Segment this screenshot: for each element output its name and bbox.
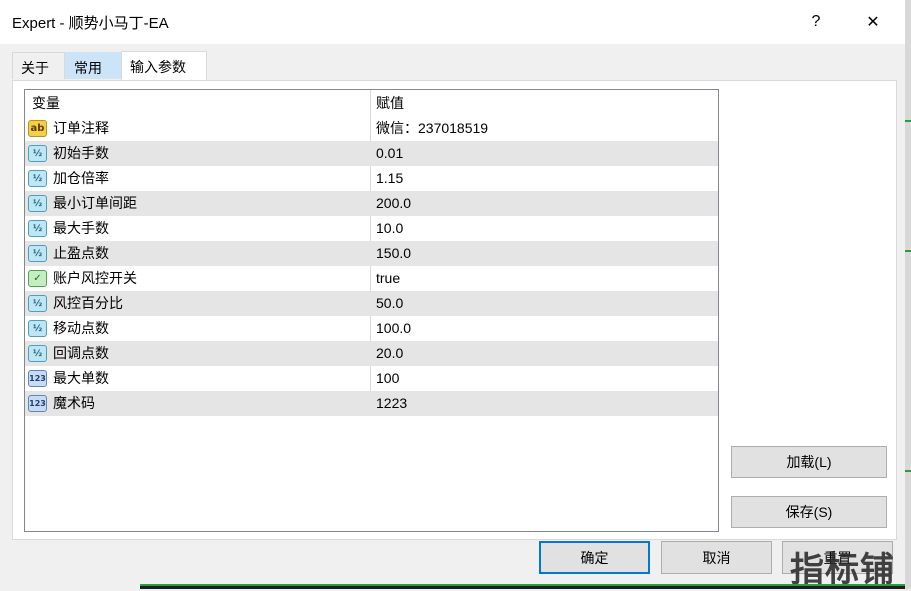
table-row[interactable]: ½ 最大手数 10.0 — [25, 216, 718, 241]
background-chart-strip — [905, 0, 911, 589]
bool-type-icon: ✓ — [28, 270, 47, 287]
param-name: 移动点数 — [53, 320, 109, 336]
double-type-icon: ½ — [28, 320, 47, 337]
close-button[interactable]: ✕ — [850, 6, 896, 38]
table-row[interactable]: ½ 回调点数 20.0 — [25, 341, 718, 366]
parameter-grid: 变量 赋值 ab 订单注释 微信：237018519 ½ 初始手数 0.01 ½… — [24, 89, 719, 532]
cancel-button[interactable]: 取消 — [661, 541, 772, 574]
table-row[interactable]: ✓ 账户风控开关 true — [25, 266, 718, 291]
param-value[interactable]: 50.0 — [376, 291, 403, 316]
chart-mark — [905, 120, 911, 122]
param-name: 最小订单间距 — [53, 195, 137, 211]
param-name: 订单注释 — [53, 120, 109, 136]
param-value[interactable]: 1.15 — [376, 166, 403, 191]
save-button[interactable]: 保存(S) — [731, 496, 887, 528]
table-row[interactable]: ½ 加仓倍率 1.15 — [25, 166, 718, 191]
load-button[interactable]: 加载(L) — [731, 446, 887, 478]
param-value[interactable]: 10.0 — [376, 216, 403, 241]
chart-mark — [905, 250, 911, 252]
header-value[interactable]: 赋值 — [376, 90, 404, 115]
param-name: 加仓倍率 — [53, 170, 109, 186]
param-name: 回调点数 — [53, 345, 109, 361]
table-row[interactable]: ½ 风控百分比 50.0 — [25, 291, 718, 316]
double-type-icon: ½ — [28, 220, 47, 237]
param-name: 初始手数 — [53, 145, 109, 161]
double-type-icon: ½ — [28, 345, 47, 362]
param-value[interactable]: 200.0 — [376, 191, 411, 216]
ok-button[interactable]: 确定 — [539, 541, 650, 574]
window-title: Expert - 顺势小马丁-EA — [12, 15, 169, 32]
param-name: 魔术码 — [53, 395, 95, 411]
table-row[interactable]: ½ 初始手数 0.01 — [25, 141, 718, 166]
param-value[interactable]: 1223 — [376, 391, 407, 416]
grid-header: 变量 赋值 — [25, 90, 718, 115]
table-row[interactable]: ½ 最小订单间距 200.0 — [25, 191, 718, 216]
param-value[interactable]: 20.0 — [376, 341, 403, 366]
double-type-icon: ½ — [28, 195, 47, 212]
table-row[interactable]: ½ 移动点数 100.0 — [25, 316, 718, 341]
header-variable[interactable]: 变量 — [32, 90, 60, 115]
param-value[interactable]: 150.0 — [376, 241, 411, 266]
tab-about[interactable]: 关于 — [12, 52, 65, 79]
tab-common[interactable]: 常用 — [65, 52, 121, 79]
param-value[interactable]: true — [376, 266, 400, 291]
double-type-icon: ½ — [28, 170, 47, 187]
double-type-icon: ½ — [28, 145, 47, 162]
tab-inputs[interactable]: 输入参数 — [121, 51, 207, 80]
chart-mark — [905, 470, 911, 472]
table-row[interactable]: ab 订单注释 微信：237018519 — [25, 116, 718, 141]
title-bar: Expert - 顺势小马丁-EA ? ✕ — [0, 0, 905, 44]
double-type-icon: ½ — [28, 295, 47, 312]
help-button[interactable]: ? — [793, 6, 839, 38]
param-name: 账户风控开关 — [53, 270, 137, 286]
integer-type-icon: 123 — [28, 395, 47, 412]
param-name: 止盈点数 — [53, 245, 109, 261]
param-name: 最大单数 — [53, 370, 109, 386]
table-row[interactable]: 123 魔术码 1223 — [25, 391, 718, 416]
param-name: 最大手数 — [53, 220, 109, 236]
param-value[interactable]: 100 — [376, 366, 399, 391]
table-row[interactable]: 123 最大单数 100 — [25, 366, 718, 391]
table-row[interactable]: ½ 止盈点数 150.0 — [25, 241, 718, 266]
param-name: 风控百分比 — [53, 295, 123, 311]
double-type-icon: ½ — [28, 245, 47, 262]
param-value[interactable]: 0.01 — [376, 141, 403, 166]
param-value[interactable]: 100.0 — [376, 316, 411, 341]
param-value[interactable]: 微信：237018519 — [376, 116, 488, 141]
integer-type-icon: 123 — [28, 370, 47, 387]
string-type-icon: ab — [28, 120, 47, 137]
